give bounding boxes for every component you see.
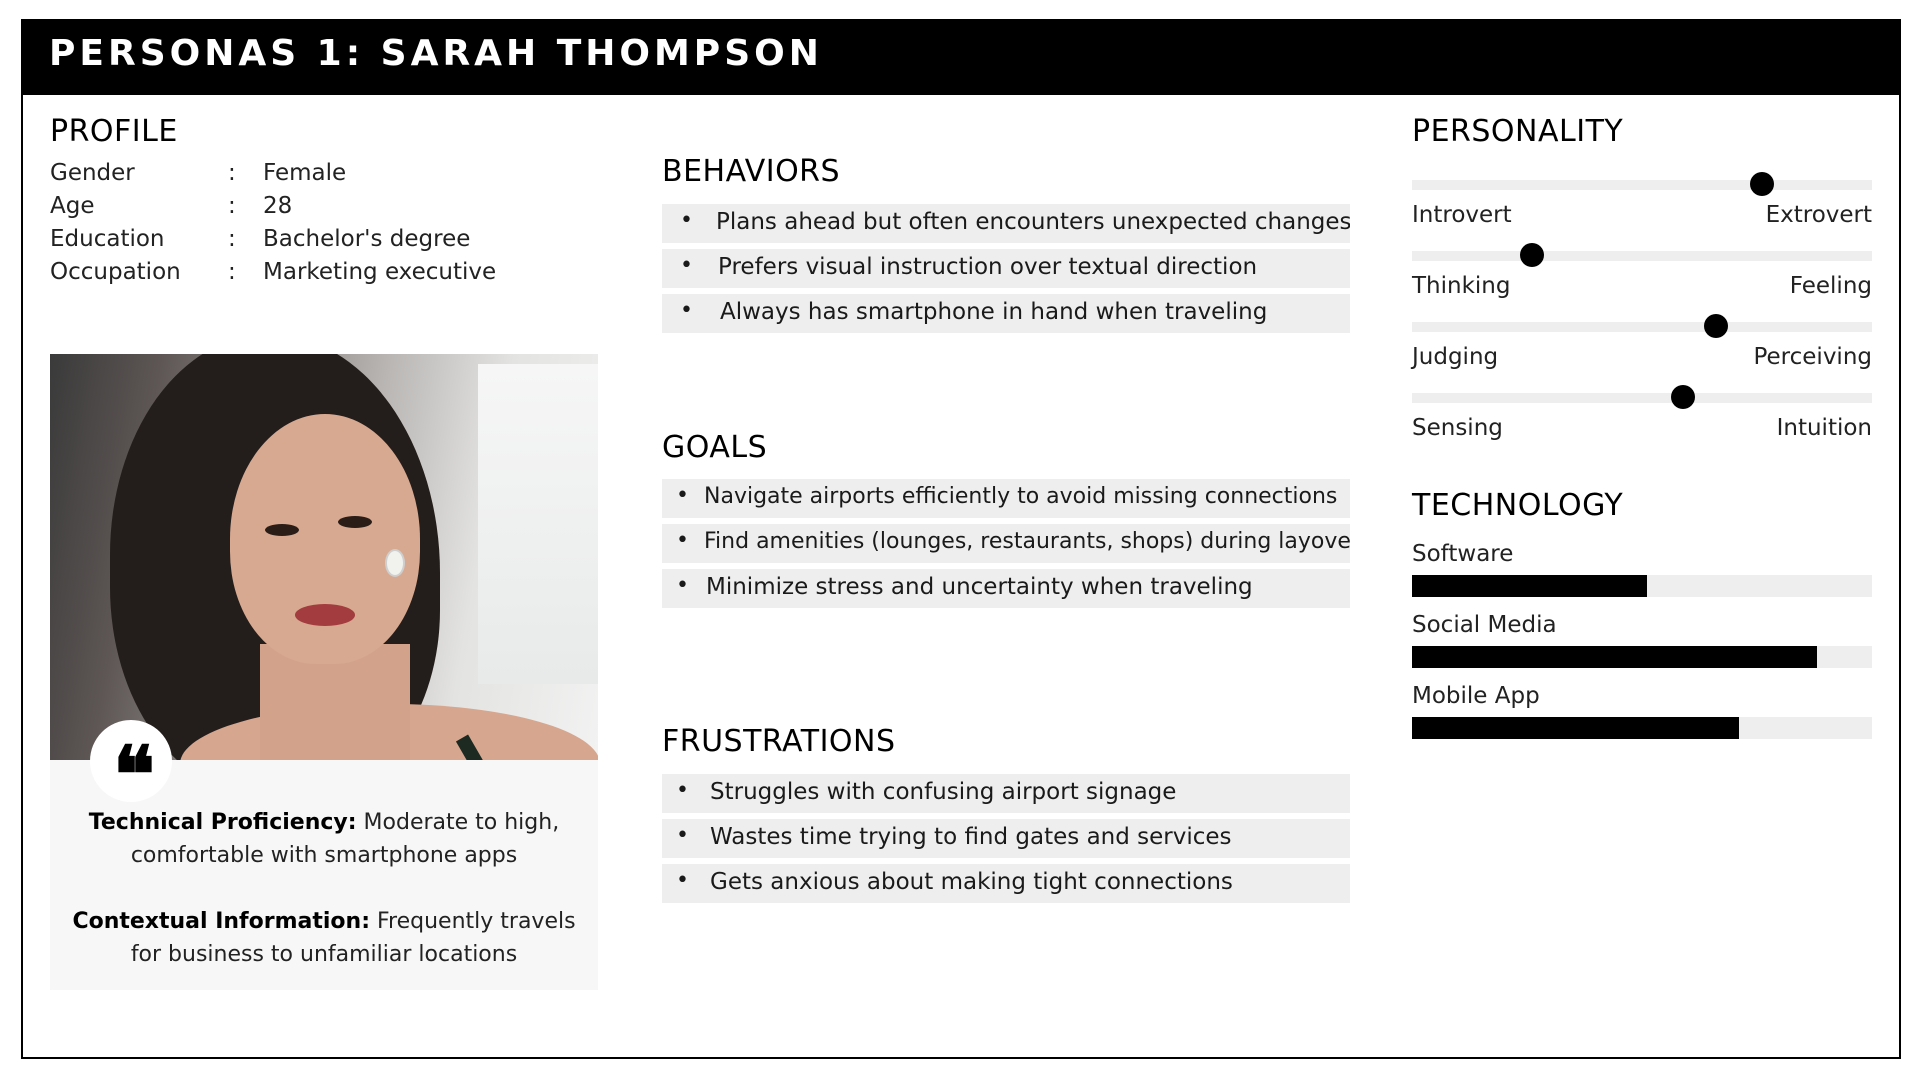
photo-eye <box>265 524 299 536</box>
bullet-icon: • <box>680 298 693 323</box>
frustrations-heading: FRUSTRATIONS <box>662 724 896 759</box>
bullet-icon: • <box>680 208 693 233</box>
page-title: PERSONAS 1: SARAH THOMPSON <box>49 33 823 74</box>
profile-separator: : <box>228 160 236 186</box>
slider-left-label: Thinking <box>1412 273 1511 299</box>
profile-value: Bachelor's degree <box>263 226 471 252</box>
technology-label: Social Media <box>1412 612 1557 638</box>
technical-proficiency-label: Technical Proficiency: <box>88 810 357 835</box>
technology-heading: TECHNOLOGY <box>1412 488 1624 523</box>
bullet-icon: • <box>676 778 689 803</box>
list-item-text: Plans ahead but often encounters unexpec… <box>716 209 1350 235</box>
profile-separator: : <box>228 259 236 285</box>
technical-proficiency-line2: comfortable with smartphone apps <box>130 843 518 868</box>
slider-knob <box>1519 243 1544 267</box>
frustrations-list: • Struggles with confusing airport signag… <box>662 774 1350 909</box>
slider-knob <box>1703 314 1728 338</box>
contextual-information-line1: Frequently travels <box>370 909 576 934</box>
personality-slider-thinking-feeling: Thinking Feeling <box>1412 241 1872 311</box>
list-item-text: Always has smartphone in hand when trave… <box>720 299 1268 325</box>
slider-knob <box>1671 385 1696 409</box>
goals-list: • Navigate airports efficiently to avoid … <box>662 479 1350 614</box>
quote-icon: ❝ <box>90 720 172 815</box>
slider-track <box>1412 393 1872 403</box>
photo-earring <box>385 549 405 577</box>
slider-left-label: Judging <box>1412 344 1499 370</box>
personality-slider-judging-perceiving: Judging Perceiving <box>1412 312 1872 382</box>
profile-value: Female <box>263 160 347 186</box>
slider-right-label: Extrovert <box>1765 202 1872 228</box>
list-item-text: Find amenities (lounges, restaurants, sh… <box>704 529 1350 554</box>
goals-heading: GOALS <box>662 430 768 465</box>
technology-label: Software <box>1412 541 1514 567</box>
list-item: • Gets anxious about making tight connect… <box>662 864 1350 903</box>
bullet-icon: • <box>676 528 689 553</box>
quote-glyph: ❝ <box>113 730 155 821</box>
photo-background-window <box>478 364 598 684</box>
technology-bar-fill <box>1412 717 1739 739</box>
contextual-information-label: Contextual Information: <box>72 909 370 934</box>
list-item-text: Minimize stress and uncertainty when tra… <box>706 574 1253 600</box>
list-item-text: Navigate airports efficiently to avoid m… <box>704 484 1338 509</box>
header-bar: PERSONAS 1: SARAH THOMPSON <box>21 19 1901 95</box>
technology-bar-fill <box>1412 646 1817 668</box>
profile-value: Marketing executive <box>263 259 497 285</box>
persona-photo <box>50 354 598 760</box>
slider-track <box>1412 251 1872 261</box>
list-item: • Prefers visual instruction over textual… <box>662 249 1350 288</box>
personality-slider-sensing-intuition: Sensing Intuition <box>1412 383 1872 453</box>
profile-value: 28 <box>263 193 293 219</box>
slider-right-label: Feeling <box>1789 273 1872 299</box>
slider-right-label: Perceiving <box>1753 344 1872 370</box>
technical-proficiency-text: Technical Proficiency: Moderate to high,… <box>60 806 588 872</box>
profile-separator: : <box>228 193 236 219</box>
list-item: • Navigate airports efficiently to avoid … <box>662 479 1350 518</box>
technology-bar-track <box>1412 717 1872 739</box>
list-item: • Minimize stress and uncertainty when tr… <box>662 569 1350 608</box>
profile-label: Gender <box>50 160 135 186</box>
profile-label: Age <box>50 193 95 219</box>
behaviors-heading: BEHAVIORS <box>662 154 841 189</box>
list-item: • Find amenities (lounges, restaurants, s… <box>662 524 1350 563</box>
slider-knob <box>1749 172 1774 196</box>
slider-left-label: Sensing <box>1412 415 1503 441</box>
profile-heading: PROFILE <box>50 114 178 149</box>
profile-label: Education <box>50 226 165 252</box>
technology-bar-mobile-app: Mobile App <box>1412 683 1872 739</box>
profile-separator: : <box>228 226 236 252</box>
list-item: • Always has smartphone in hand when trav… <box>662 294 1350 333</box>
personality-slider-introvert-extrovert: Introvert Extrovert <box>1412 170 1872 240</box>
technical-proficiency-line1: Moderate to high, <box>356 810 560 835</box>
photo-lips <box>295 604 355 626</box>
list-item: • Plans ahead but often encounters unexpe… <box>662 204 1350 243</box>
technology-bar-software: Software <box>1412 541 1872 597</box>
slider-left-label: Introvert <box>1412 202 1512 228</box>
contextual-information-text: Contextual Information: Frequently trave… <box>60 905 588 971</box>
technology-bar-track <box>1412 575 1872 597</box>
technology-bar-social-media: Social Media <box>1412 612 1872 668</box>
technology-bar-track <box>1412 646 1872 668</box>
technology-bar-fill <box>1412 575 1647 597</box>
bullet-icon: • <box>676 823 689 848</box>
slider-right-label: Intuition <box>1776 415 1872 441</box>
bullet-icon: • <box>676 573 689 598</box>
bullet-icon: • <box>680 253 693 278</box>
list-item-text: Prefers visual instruction over textual … <box>718 254 1258 280</box>
profile-label: Occupation <box>50 259 181 285</box>
photo-face <box>230 414 420 664</box>
behaviors-list: • Plans ahead but often encounters unexpe… <box>662 204 1350 339</box>
photo-eye <box>338 516 372 528</box>
slider-track <box>1412 180 1872 190</box>
list-item: • Struggles with confusing airport signag… <box>662 774 1350 813</box>
contextual-information-line2: for business to unfamiliar locations <box>130 942 518 967</box>
bullet-icon: • <box>676 483 689 508</box>
personality-heading: PERSONALITY <box>1412 114 1624 149</box>
bullet-icon: • <box>676 868 689 893</box>
list-item: • Wastes time trying to find gates and se… <box>662 819 1350 858</box>
slider-track <box>1412 322 1872 332</box>
list-item-text: Struggles with confusing airport signage <box>710 779 1177 805</box>
technology-label: Mobile App <box>1412 683 1540 709</box>
list-item-text: Gets anxious about making tight connecti… <box>710 869 1233 895</box>
list-item-text: Wastes time trying to find gates and ser… <box>710 824 1232 850</box>
